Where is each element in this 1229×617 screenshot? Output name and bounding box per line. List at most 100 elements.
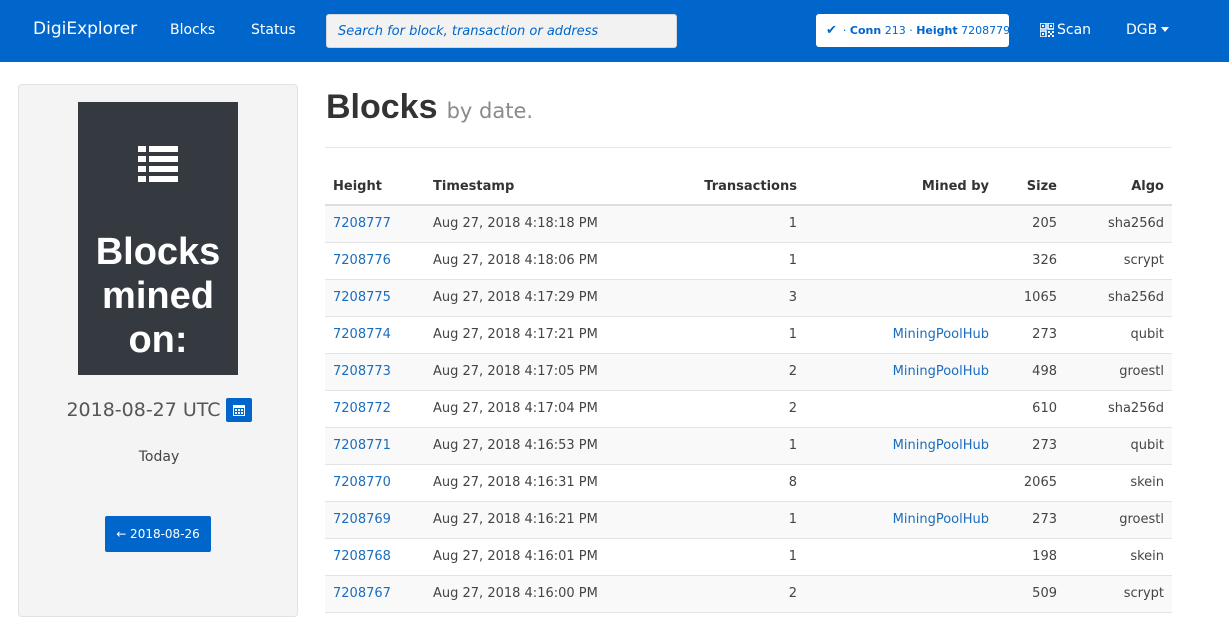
table-row: 7208772 Aug 27, 2018 4:17:04 PM 2 610 sha256… (325, 390, 1172, 428)
date-text: 2018-08-27 UTC (66, 399, 221, 421)
scan-button[interactable]: Scan (1040, 22, 1091, 38)
block-mined-by[interactable]: MiningPoolHub (893, 438, 989, 453)
block-algo: skein (1130, 475, 1164, 490)
block-height-link[interactable]: 7208767 (333, 586, 391, 601)
block-height-link[interactable]: 7208771 (333, 438, 391, 453)
table-row: 7208775 Aug 27, 2018 4:17:29 PM 3 1065 sha25… (325, 279, 1172, 317)
block-transactions: 1 (788, 512, 797, 527)
block-timestamp: Aug 27, 2018 4:17:29 PM (433, 290, 598, 305)
block-transactions: 8 (788, 475, 797, 490)
block-algo: sha256d (1107, 290, 1164, 305)
qr-code-icon (1040, 23, 1054, 37)
block-height-link[interactable]: 7208772 (333, 401, 391, 416)
nav-status-link[interactable]: Status (251, 22, 296, 38)
block-size: 498 (1032, 364, 1057, 379)
conn-value: 213 (884, 24, 906, 37)
block-size: 273 (1032, 327, 1057, 342)
table-row: 7208773 Aug 27, 2018 4:17:05 PM 2 MiningPoo… (325, 353, 1172, 391)
block-transactions: 3 (788, 290, 797, 305)
page-title: Blocks by date. (326, 88, 533, 127)
coin-label: DGB (1126, 22, 1158, 38)
block-size: 1065 (1023, 290, 1057, 305)
blocks-mined-panel: Blocks mined on: (78, 102, 238, 375)
block-timestamp: Aug 27, 2018 4:17:05 PM (433, 364, 598, 379)
selected-date: 2018-08-27 UTC (19, 398, 299, 422)
block-height-link[interactable]: 7208777 (333, 216, 391, 231)
check-icon: ✔ (826, 23, 837, 38)
block-timestamp: Aug 27, 2018 4:16:53 PM (433, 438, 598, 453)
block-timestamp: Aug 27, 2018 4:18:18 PM (433, 216, 598, 232)
height-label: Height (916, 24, 958, 37)
block-mined-by[interactable]: MiningPoolHub (893, 364, 989, 379)
page-title-subtitle: by date. (446, 99, 534, 123)
block-height-link[interactable]: 7208770 (333, 475, 391, 490)
table-row: 7208776 Aug 27, 2018 4:18:06 PM 1 326 scrypt (325, 242, 1172, 280)
connection-status-badge[interactable]: ✔ · Conn 213 · Height 7208779 (816, 14, 1011, 47)
today-label: Today (138, 449, 180, 465)
block-transactions: 1 (788, 549, 797, 564)
search-input[interactable] (326, 14, 677, 48)
block-algo: qubit (1130, 438, 1164, 453)
block-timestamp: Aug 27, 2018 4:17:04 PM (433, 401, 598, 416)
block-timestamp: Aug 27, 2018 4:16:31 PM (433, 475, 598, 490)
table-row: 7208767 Aug 27, 2018 4:16:00 PM 2 509 scrypt (325, 575, 1172, 613)
scan-label: Scan (1057, 22, 1092, 38)
block-algo: scrypt (1123, 586, 1164, 601)
table-row: 7208777 Aug 27, 2018 4:18:18 PM 1 205 sha256… (325, 205, 1172, 243)
table-row: 7208774 Aug 27, 2018 4:17:21 PM 1 MiningPoo… (325, 316, 1172, 354)
block-transactions: 2 (788, 364, 797, 379)
previous-date-button[interactable]: ← 2018-08-26 (105, 516, 211, 552)
column-header-height: Height (325, 168, 425, 206)
block-size: 2065 (1023, 475, 1057, 490)
table-row: 7208771 Aug 27, 2018 4:16:53 PM 1 MiningPoo… (325, 427, 1172, 465)
block-height-link[interactable]: 7208769 (333, 512, 391, 527)
block-height-link[interactable]: 7208768 (333, 549, 391, 564)
block-height-link[interactable]: 7208773 (333, 364, 391, 379)
block-timestamp: Aug 27, 2018 4:18:06 PM (433, 253, 598, 268)
coin-dropdown[interactable]: DGB (1126, 22, 1170, 38)
calendar-icon (232, 405, 245, 416)
table-row: 7208770 Aug 27, 2018 4:16:31 PM 8 2065 skein (325, 464, 1172, 502)
column-header-mined-by: Mined by (805, 168, 997, 206)
column-header-algo: Algo (1065, 168, 1172, 206)
block-algo: sha256d (1107, 216, 1164, 232)
page-title-main: Blocks (326, 88, 438, 126)
block-transactions: 1 (788, 327, 797, 342)
brand-logo[interactable]: DigiExplorer (33, 19, 137, 39)
list-icon (138, 146, 178, 182)
block-timestamp: Aug 27, 2018 4:16:00 PM (433, 586, 598, 601)
height-value: 7208779 (961, 24, 1011, 37)
nav-blocks-link[interactable]: Blocks (170, 22, 215, 38)
table-header-row: Height Timestamp Transactions Mined by S… (325, 168, 1172, 206)
column-header-timestamp: Timestamp (425, 168, 625, 206)
hero-heading: Blocks mined on: (95, 231, 221, 361)
block-size: 273 (1032, 512, 1057, 527)
block-mined-by[interactable]: MiningPoolHub (893, 327, 989, 342)
table-row: 7208769 Aug 27, 2018 4:16:21 PM 1 MiningPoo… (325, 501, 1172, 539)
block-size: 205 (1032, 216, 1057, 232)
block-transactions: 2 (788, 401, 797, 416)
block-algo: skein (1130, 549, 1164, 564)
block-size: 509 (1032, 586, 1057, 601)
title-divider (325, 147, 1172, 148)
blocks-table: Height Timestamp Transactions Mined by S… (325, 168, 1172, 613)
block-timestamp: Aug 27, 2018 4:16:01 PM (433, 549, 598, 564)
block-algo: groestl (1119, 512, 1164, 527)
block-transactions: 2 (788, 586, 797, 601)
block-size: 198 (1032, 549, 1057, 564)
top-navbar: DigiExplorer Blocks Status ✔ · Conn 213 … (0, 0, 1229, 62)
block-height-link[interactable]: 7208775 (333, 290, 391, 305)
table-row: 7208768 Aug 27, 2018 4:16:01 PM 1 198 skein (325, 538, 1172, 576)
block-algo: scrypt (1123, 253, 1164, 268)
date-sidebar: Blocks mined on: 2018-08-27 UTC Today ← … (18, 84, 298, 617)
block-mined-by[interactable]: MiningPoolHub (893, 512, 989, 527)
block-algo: groestl (1119, 364, 1164, 379)
block-algo: sha256d (1107, 401, 1164, 416)
block-height-link[interactable]: 7208776 (333, 253, 391, 268)
block-transactions: 1 (788, 216, 797, 232)
block-transactions: 1 (788, 253, 797, 268)
block-height-link[interactable]: 7208774 (333, 327, 391, 342)
conn-label: Conn (849, 24, 882, 37)
calendar-button[interactable] (225, 398, 252, 422)
block-transactions: 1 (788, 438, 797, 453)
